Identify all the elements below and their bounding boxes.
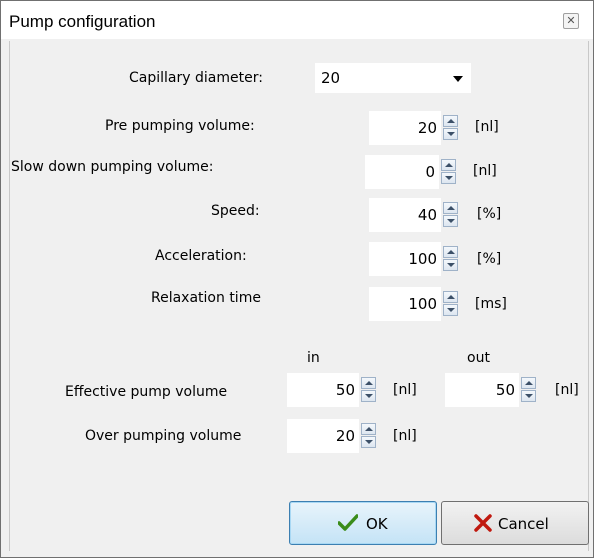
over-pumping-label: Over pumping volume	[85, 428, 242, 444]
capillary-diameter-label: Capillary diameter:	[129, 70, 263, 86]
acceleration-stepper[interactable]: 100	[369, 242, 469, 276]
relaxation-stepper[interactable]: 100	[369, 287, 469, 321]
effective-out-unit: [nl]	[555, 382, 579, 398]
spin-down-icon[interactable]	[443, 304, 458, 316]
slow-down-input[interactable]: 0	[365, 155, 439, 189]
capillary-diameter-value: 20	[321, 69, 341, 87]
relaxation-value: 100	[408, 295, 437, 313]
spin-down-icon[interactable]	[443, 128, 458, 140]
effective-in-input[interactable]: 50	[287, 373, 359, 407]
effective-volume-label: Effective pump volume	[65, 384, 228, 400]
pump-config-dialog: Pump configuration ✕ Capillary diameter:…	[0, 0, 594, 558]
speed-value: 40	[417, 206, 437, 224]
effective-in-unit: [nl]	[393, 382, 417, 398]
over-pumping-stepper[interactable]: 20	[287, 419, 387, 453]
checkmark-icon	[338, 514, 358, 531]
pre-pumping-label: Pre pumping volume:	[105, 118, 255, 134]
window-title: Pump configuration	[9, 12, 156, 31]
spin-down-icon[interactable]	[521, 390, 536, 402]
spin-up-icon[interactable]	[361, 377, 376, 389]
spin-up-icon[interactable]	[443, 291, 458, 303]
relaxation-spin[interactable]	[443, 291, 458, 317]
cancel-label: Cancel	[498, 515, 549, 533]
spin-up-icon[interactable]	[521, 377, 536, 389]
acceleration-label: Acceleration:	[155, 248, 247, 264]
effective-out-stepper[interactable]: 50	[445, 373, 545, 407]
pre-pumping-stepper[interactable]: 20	[369, 111, 469, 145]
acceleration-unit: [%]	[477, 251, 502, 267]
relaxation-input[interactable]: 100	[369, 287, 441, 321]
effective-out-value: 50	[495, 381, 515, 399]
acceleration-value: 100	[408, 250, 437, 268]
cancel-button[interactable]: Cancel	[441, 501, 589, 545]
pre-pumping-unit: [nl]	[475, 119, 499, 135]
spin-up-icon[interactable]	[443, 115, 458, 127]
effective-in-spin[interactable]	[361, 377, 376, 403]
column-in-label: in	[307, 350, 320, 366]
spin-down-icon[interactable]	[361, 436, 376, 448]
over-pumping-spin[interactable]	[361, 423, 376, 449]
spin-down-icon[interactable]	[441, 172, 456, 184]
slow-down-spin[interactable]	[441, 159, 456, 185]
acceleration-spin[interactable]	[443, 246, 458, 272]
spin-down-icon[interactable]	[443, 259, 458, 271]
x-icon	[474, 514, 492, 532]
speed-stepper[interactable]: 40	[369, 198, 469, 232]
effective-in-stepper[interactable]: 50	[287, 373, 387, 407]
speed-unit: [%]	[477, 206, 502, 222]
speed-input[interactable]: 40	[369, 198, 441, 232]
close-button[interactable]: ✕	[563, 13, 579, 29]
effective-in-value: 50	[335, 381, 355, 399]
title-bar: Pump configuration ✕	[1, 1, 593, 39]
spin-up-icon[interactable]	[361, 423, 376, 435]
slow-down-unit: [nl]	[473, 163, 497, 179]
relaxation-unit: [ms]	[475, 296, 507, 312]
acceleration-input[interactable]: 100	[369, 242, 441, 276]
spin-up-icon[interactable]	[441, 159, 456, 171]
over-pumping-unit: [nl]	[393, 428, 417, 444]
effective-out-input[interactable]: 50	[445, 373, 519, 407]
spin-down-icon[interactable]	[361, 390, 376, 402]
column-out-label: out	[467, 350, 490, 366]
ok-label: OK	[366, 515, 388, 533]
speed-label: Speed:	[211, 203, 260, 219]
spin-down-icon[interactable]	[443, 215, 458, 227]
relaxation-label: Relaxation time	[151, 290, 261, 306]
capillary-diameter-select[interactable]: 20	[315, 63, 471, 93]
over-pumping-value: 20	[335, 427, 355, 445]
slow-down-value: 0	[425, 163, 435, 181]
chevron-down-icon	[453, 76, 463, 82]
spin-up-icon[interactable]	[443, 246, 458, 258]
over-pumping-input[interactable]: 20	[287, 419, 359, 453]
pre-pumping-input[interactable]: 20	[369, 111, 441, 145]
close-icon: ✕	[566, 14, 576, 27]
ok-button[interactable]: OK	[289, 501, 437, 545]
spin-up-icon[interactable]	[443, 202, 458, 214]
effective-out-spin[interactable]	[521, 377, 536, 403]
pre-pumping-spin[interactable]	[443, 115, 458, 141]
speed-spin[interactable]	[443, 202, 458, 228]
slow-down-stepper[interactable]: 0	[365, 155, 465, 189]
pre-pumping-value: 20	[417, 119, 437, 137]
slow-down-label: Slow down pumping volume:	[11, 159, 214, 175]
